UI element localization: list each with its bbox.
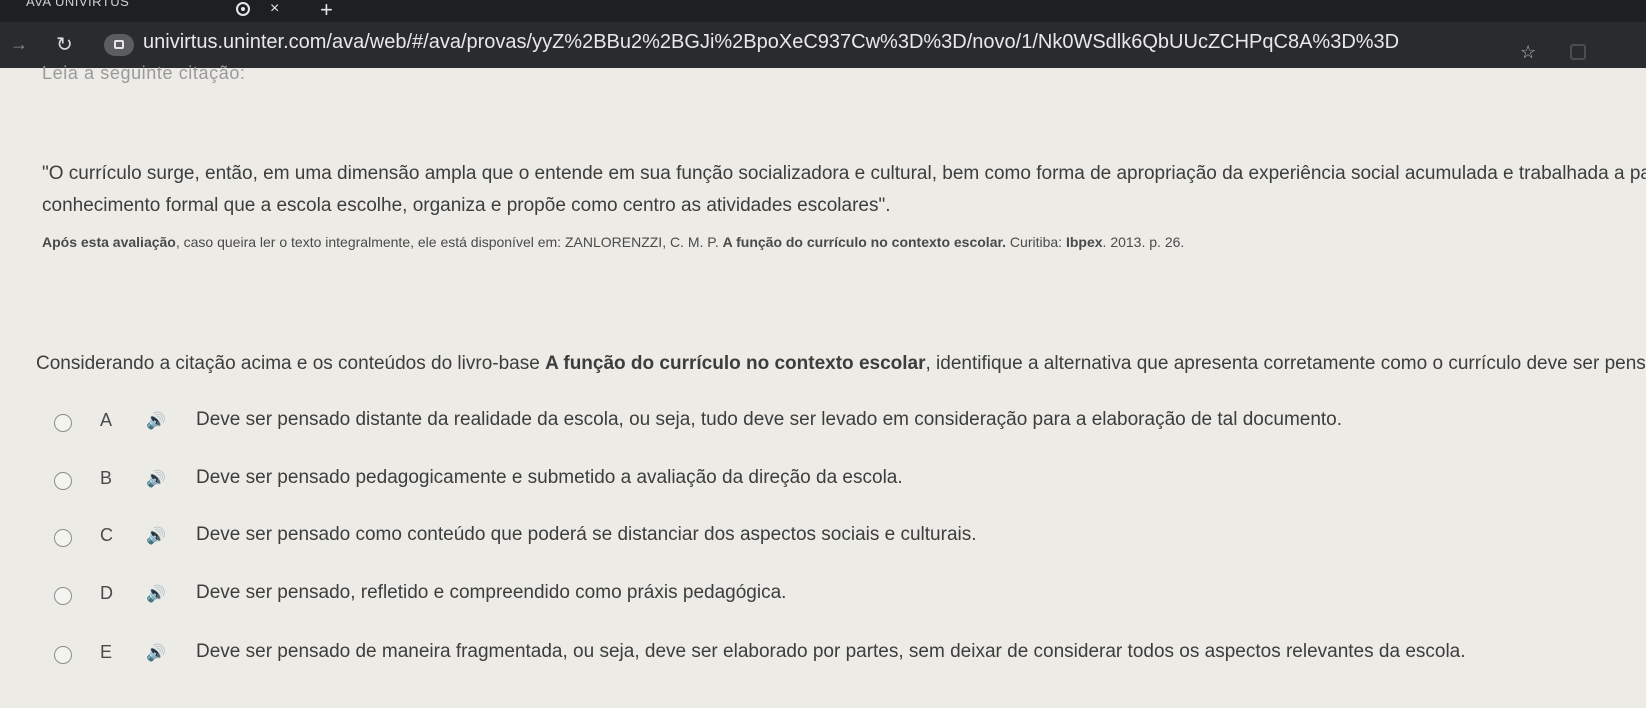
option-d[interactable]: D 🔊 Deve ser pensado, refletido e compre… xyxy=(46,581,1626,611)
source-tail: . 2013. p. 26. xyxy=(1102,234,1185,250)
source-text: , caso queira ler o texto integralmente,… xyxy=(175,234,723,250)
speaker-icon[interactable]: 🔊 xyxy=(146,469,166,489)
browser-toolbar: → ↻ univirtus.uninter.com/ava/web/#/ava/… xyxy=(0,22,1646,68)
option-a-letter: A xyxy=(100,410,113,430)
speaker-icon[interactable]: 🔊 xyxy=(146,411,166,431)
option-b-letter: B xyxy=(100,468,113,488)
source-publisher: Ibpex xyxy=(1065,234,1103,250)
option-e-text[interactable]: Deve ser pensado de maneira fragmentada,… xyxy=(196,641,1466,663)
option-a-radio[interactable] xyxy=(54,414,72,432)
browser-tab-bar: AVA UNIVIRTUS × + xyxy=(0,0,1646,22)
citation-quote: "O currículo surge, então, em uma dimens… xyxy=(42,158,1646,222)
speaker-icon[interactable]: 🔊 xyxy=(146,584,166,604)
source-book-title: A função do currículo no contexto escola… xyxy=(722,234,1007,250)
option-b-radio[interactable] xyxy=(54,472,72,490)
forward-arrow-icon[interactable]: → xyxy=(10,34,28,55)
tab-title[interactable]: AVA UNIVIRTUS xyxy=(26,0,129,9)
question-text: Considerando a citação acima e os conteú… xyxy=(36,353,1646,375)
address-bar[interactable]: univirtus.uninter.com/ava/web/#/ava/prov… xyxy=(143,31,1399,54)
quote-line-1: "O currículo surge, então, em uma dimens… xyxy=(42,163,1646,184)
exam-page: Leia a seguinte citação: "O currículo su… xyxy=(0,63,1646,708)
option-b-text[interactable]: Deve ser pensado pedagogicamente e subme… xyxy=(196,467,903,489)
option-a-text[interactable]: Deve ser pensado distante da realidade d… xyxy=(196,409,1342,431)
speaker-icon[interactable]: 🔊 xyxy=(146,643,166,663)
lead-in-text: Leia a seguinte citação: xyxy=(42,63,246,83)
option-e-letter: E xyxy=(100,642,113,662)
new-tab-button[interactable]: + xyxy=(320,0,333,23)
option-e[interactable]: E 🔊 Deve ser pensado de maneira fragment… xyxy=(46,640,1626,670)
recording-indicator-icon xyxy=(236,2,250,16)
bookmark-star-icon[interactable]: ☆ xyxy=(1520,42,1536,63)
option-c-radio[interactable] xyxy=(54,529,72,547)
question-intro: Considerando a citação acima e os conteú… xyxy=(36,353,546,374)
speaker-icon[interactable]: 🔊 xyxy=(146,526,166,546)
option-d-radio[interactable] xyxy=(54,587,72,605)
citation-source: Após esta avaliação, caso queira ler o t… xyxy=(42,234,1184,250)
option-c-text[interactable]: Deve ser pensado como conteúdo que poder… xyxy=(196,524,977,546)
option-b[interactable]: B 🔊 Deve ser pensado pedagogicamente e s… xyxy=(46,466,1626,496)
quote-line-2: conhecimento formal que a escola escolhe… xyxy=(42,195,891,216)
close-tab-icon[interactable]: × xyxy=(270,0,279,18)
source-prefix: Após esta avaliação xyxy=(42,234,176,250)
question-book: A função do currículo no contexto escola… xyxy=(545,353,926,374)
extension-icon[interactable] xyxy=(1570,44,1586,60)
option-d-letter: D xyxy=(100,583,113,603)
option-d-text[interactable]: Deve ser pensado, refletido e compreendi… xyxy=(196,582,786,604)
site-info-icon[interactable] xyxy=(104,34,134,56)
question-rest: , identifique a alternativa que apresent… xyxy=(925,353,1646,374)
reload-icon[interactable]: ↻ xyxy=(56,32,73,57)
source-publisher-prefix: Curitiba: xyxy=(1006,234,1066,250)
option-c[interactable]: C 🔊 Deve ser pensado como conteúdo que p… xyxy=(46,523,1626,553)
option-c-letter: C xyxy=(100,525,113,545)
option-e-radio[interactable] xyxy=(54,646,72,664)
option-a[interactable]: A 🔊 Deve ser pensado distante da realida… xyxy=(46,408,1626,438)
